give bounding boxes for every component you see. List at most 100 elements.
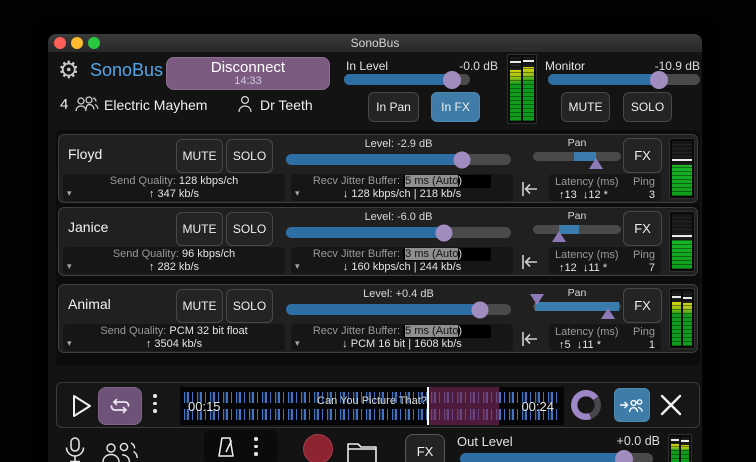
peer-mute-button[interactable]: MUTE [176, 289, 223, 323]
peer-pan-handle-right[interactable] [600, 308, 615, 319]
jitter-value: 3 ms (Auto [405, 248, 459, 260]
send-playback-to-group-button[interactable] [614, 388, 650, 422]
record-button[interactable] [303, 434, 333, 462]
peer-row-janice: Janice MUTE SOLO Level: -6.0 dB Pan FX S… [58, 207, 698, 276]
latency-box: Latency (ms) Ping ↑5 ↓11 * 1 [549, 324, 661, 351]
peer-level-knob[interactable] [453, 151, 470, 168]
peer-level-fill [286, 304, 480, 315]
peer-pan-slider[interactable] [533, 152, 621, 169]
monitor-slider[interactable] [548, 70, 700, 89]
dropdown-caret-icon[interactable]: ▾ [67, 260, 72, 273]
peer-solo-button[interactable]: SOLO [226, 139, 273, 173]
peer-pan-handle-left[interactable] [529, 294, 544, 305]
peer-pan-label: Pan [567, 137, 587, 149]
playback-gain-knob[interactable] [571, 390, 601, 420]
recv-jitter-box[interactable]: Recv Jitter Buffer: 5 ms (Auto) ↓ PCM 16… [291, 324, 513, 351]
latency-label: Latency (ms) [555, 326, 619, 338]
out-level-slider[interactable] [460, 450, 653, 462]
ping-value: 1 [648, 338, 655, 351]
out-level-label: Out Level [457, 434, 513, 449]
latency-values: ↑12 ↓11 * [559, 261, 608, 274]
titlebar: SonoBus [48, 34, 702, 52]
monitor-label: Monitor [545, 59, 586, 73]
send-quality-box[interactable]: Send Quality: PCM 32 bit float ↑ 3504 kb… [63, 324, 285, 351]
waveform-display[interactable]: Can You Picture That? 00:15 00:24 [180, 387, 564, 425]
send-quality-value: 128 kbps/ch [178, 175, 239, 187]
input-meter-left [510, 57, 521, 121]
peer-mute-button[interactable]: MUTE [176, 212, 223, 246]
out-level-knob[interactable] [615, 450, 634, 462]
peer-level-slider[interactable] [286, 301, 511, 318]
dropdown-caret-icon[interactable]: ▾ [295, 187, 300, 200]
jitter-paren: ) [458, 175, 462, 187]
file-browser-folder-icon[interactable] [345, 438, 379, 462]
play-button[interactable] [67, 392, 95, 420]
jitter-field[interactable]: 5 ms (Auto) [403, 175, 492, 188]
peer-level-slider[interactable] [286, 224, 511, 241]
peer-pan-handle[interactable] [589, 158, 604, 169]
reset-jitter-icon[interactable] [517, 177, 543, 201]
jitter-paren: ) [458, 325, 462, 337]
peer-name: Animal [68, 296, 111, 312]
recv-rate: ↓ 160 kbps/ch | 244 kb/s [342, 260, 462, 273]
recv-jitter-label: Recv Jitter Buffer: [312, 325, 401, 337]
peer-fx-button[interactable]: FX [623, 138, 662, 173]
peer-pan-handle[interactable] [552, 231, 567, 242]
jitter-field[interactable]: 3 ms (Auto) [403, 248, 492, 261]
peer-pan-slider[interactable] [533, 225, 621, 242]
recv-jitter-label: Recv Jitter Buffer: [312, 175, 401, 187]
peer-level-fill [286, 227, 444, 238]
input-meter [507, 54, 537, 124]
dropdown-caret-icon[interactable]: ▾ [295, 337, 300, 350]
latency-box: Latency (ms) Ping ↑13 ↓12 * 3 [549, 174, 661, 201]
send-rate: ↑ 347 kb/s [148, 187, 200, 200]
disconnect-button[interactable]: Disconnect 14:33 [166, 57, 330, 90]
playback-position-time: 00:15 [188, 399, 221, 414]
peer-pan-slider[interactable] [529, 294, 621, 319]
output-fx-button[interactable]: FX [405, 434, 445, 462]
peer-solo-button[interactable]: SOLO [226, 289, 273, 323]
recv-jitter-box[interactable]: Recv Jitter Buffer: 5 ms (Auto) ↓ 128 kb… [291, 174, 513, 201]
dropdown-caret-icon[interactable]: ▾ [295, 260, 300, 273]
in-pan-button[interactable]: In Pan [368, 92, 419, 122]
monitor-slider-knob[interactable] [649, 70, 668, 89]
send-quality-box[interactable]: Send Quality: 128 kbps/ch ↑ 347 kb/s ▾ [63, 174, 285, 201]
peer-meter-left [672, 291, 681, 346]
recv-jitter-label: Recv Jitter Buffer: [312, 248, 401, 260]
peer-level-knob[interactable] [435, 224, 452, 241]
peer-fx-button[interactable]: FX [623, 211, 662, 246]
peer-meter [669, 288, 695, 349]
monitor-solo-button[interactable]: SOLO [623, 92, 672, 122]
peer-name: Floyd [68, 146, 103, 162]
in-level-slider-fill [344, 74, 453, 85]
group-name: Electric Mayhem [104, 97, 208, 113]
reset-jitter-icon[interactable] [517, 327, 543, 351]
in-fx-button[interactable]: In FX [431, 92, 480, 122]
mute-all-peers-icon[interactable] [98, 440, 142, 462]
metronome-icon[interactable] [214, 435, 238, 459]
jitter-field[interactable]: 5 ms (Auto) [403, 325, 492, 338]
peer-level-slider[interactable] [286, 151, 511, 168]
send-rate: ↑ 282 kb/s [148, 260, 200, 273]
dropdown-caret-icon[interactable]: ▾ [67, 337, 72, 350]
in-level-slider-knob[interactable] [443, 70, 462, 89]
dropdown-caret-icon[interactable]: ▾ [67, 187, 72, 200]
peer-fx-button[interactable]: FX [623, 288, 662, 323]
send-quality-box[interactable]: Send Quality: 96 kbps/ch ↑ 282 kb/s ▾ [63, 247, 285, 274]
peer-pan-label: Pan [567, 287, 587, 299]
mute-self-mic-icon[interactable] [62, 436, 88, 462]
latency-label: Latency (ms) [555, 249, 619, 261]
metronome-panel [204, 430, 278, 462]
in-level-slider[interactable] [344, 70, 470, 89]
recv-jitter-box[interactable]: Recv Jitter Buffer: 3 ms (Auto) ↓ 160 kb… [291, 247, 513, 274]
reset-jitter-icon[interactable] [517, 250, 543, 274]
close-playback-icon[interactable] [658, 392, 684, 418]
peer-level-knob[interactable] [471, 301, 488, 318]
settings-gear-icon[interactable]: ⚙ [58, 56, 80, 85]
playback-options-menu-icon[interactable] [153, 394, 157, 413]
loop-button[interactable] [98, 387, 142, 425]
monitor-mute-button[interactable]: MUTE [561, 92, 610, 122]
metronome-options-menu-icon[interactable] [254, 437, 258, 456]
peer-mute-button[interactable]: MUTE [176, 139, 223, 173]
peer-solo-button[interactable]: SOLO [226, 212, 273, 246]
